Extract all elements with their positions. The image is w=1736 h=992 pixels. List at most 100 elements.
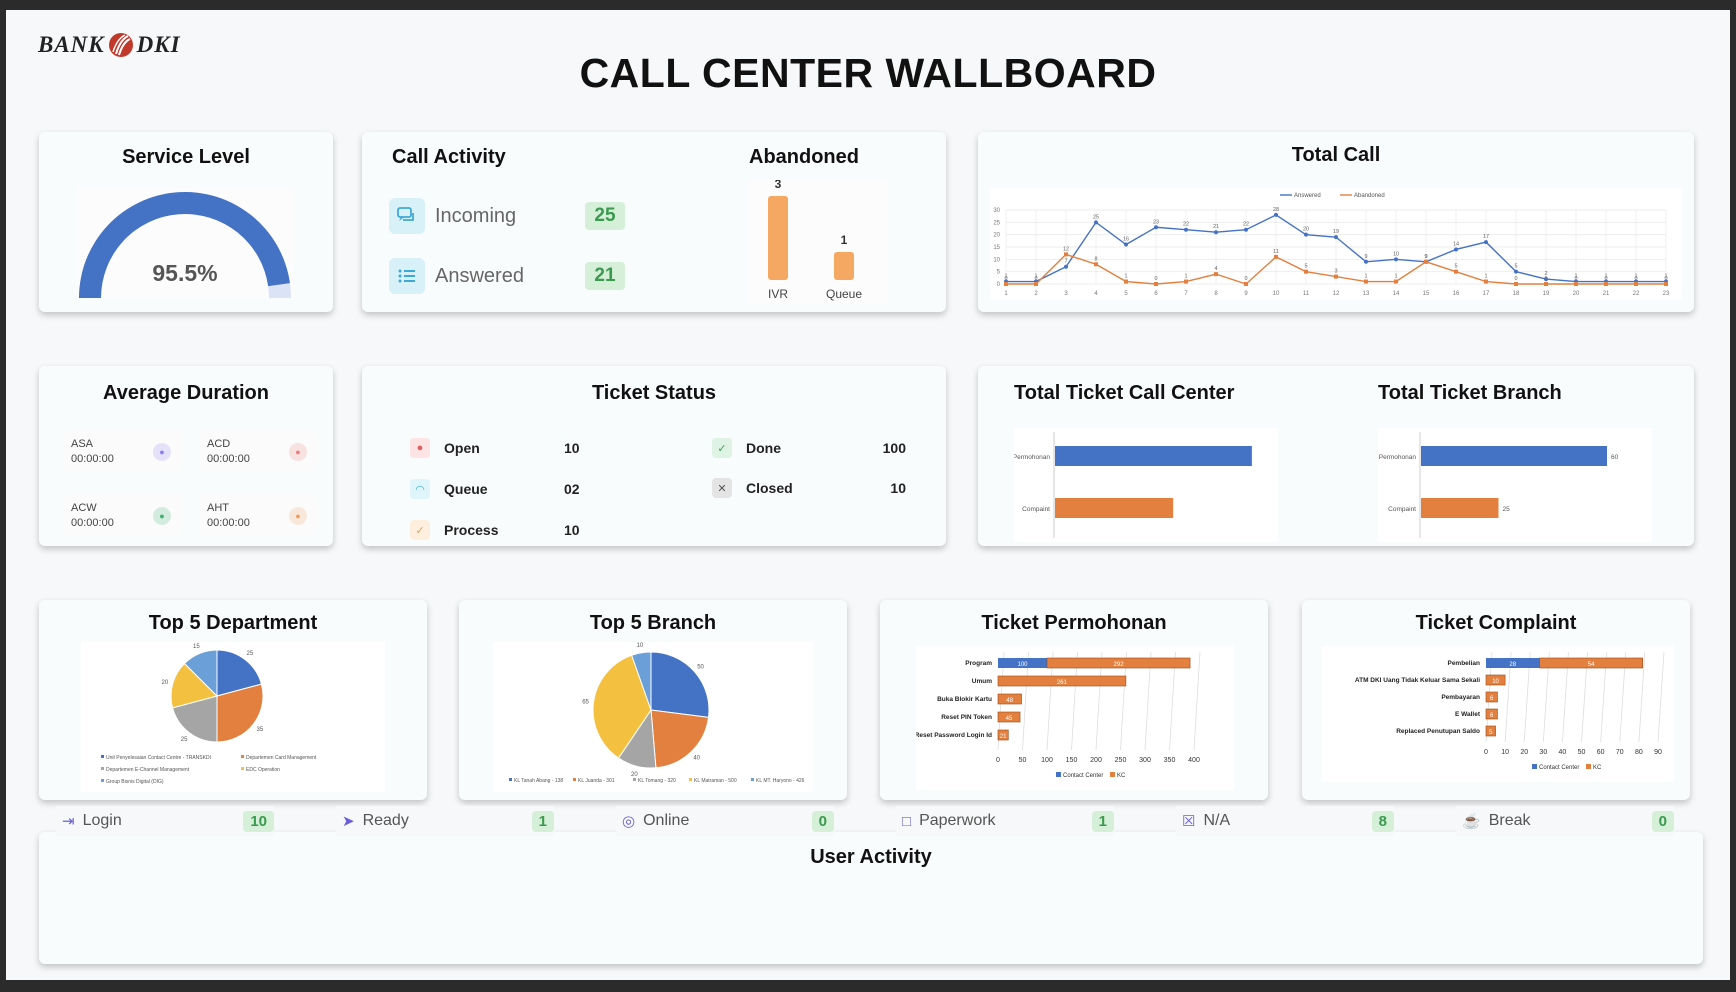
online-icon: ◎ [622, 813, 636, 830]
x-tick-label: 21 [1603, 291, 1610, 297]
y-tick-label: 5 [997, 270, 1001, 276]
x-tick-label: 3 [1064, 291, 1068, 297]
data-label: 22 [1183, 222, 1189, 228]
user-activity-count: 1 [1091, 810, 1114, 832]
cup-icon: ☕ [1462, 813, 1481, 830]
ticket-permohonan-card: Ticket Permohonan 0 50 100 150 200 250 300 350 4… [880, 600, 1268, 800]
legend-label: Departemen Card Management [246, 755, 317, 761]
answered-point [1154, 225, 1158, 230]
ticket-status-queue: ◠ Queue 02 [410, 479, 604, 499]
data-label: 14 [1453, 241, 1459, 247]
answered-point [1124, 242, 1128, 247]
close-icon: ✕ [712, 478, 732, 498]
data-label: 0 [1634, 276, 1637, 282]
abandoned-value-label: 3 [775, 180, 782, 191]
slice-value-label: 40 [693, 756, 700, 762]
answered-point [1364, 259, 1368, 264]
answered-row: Answered 21 [389, 258, 625, 294]
category-label: Program [965, 660, 992, 667]
x-tick-label: 11 [1303, 291, 1310, 297]
legend-label: Group Bisnis Digital (DIG) [106, 779, 164, 785]
legend-label: Unit Penyelesaian Contact Centre - TRANS… [106, 755, 211, 761]
category-label: Reset PIN Token [941, 714, 992, 721]
ticket-status-value: 10 [564, 440, 580, 456]
data-label: 0 [1154, 276, 1157, 282]
legend-label: KC [1117, 773, 1126, 779]
legend-label: Abandoned [1354, 193, 1385, 199]
abandoned-point [1394, 279, 1398, 284]
legend-swatch [101, 767, 104, 770]
x-tick-label: 30 [1539, 749, 1547, 756]
ready-icon: ➤ [342, 813, 355, 830]
duration-acd: ACD 00:00:00 ● [199, 430, 317, 472]
duration-value: 00:00:00 [71, 517, 114, 529]
top5-department-chart: 25 35 25 20 15 Unit Penyelesaian Contact Cent… [81, 642, 385, 792]
user-activity-count: 10 [243, 810, 274, 832]
ticket-status-label: Closed [746, 480, 793, 496]
user-activity-paperwork: □ Paperwork 1 [896, 806, 1114, 836]
slice-value-label: 65 [582, 700, 589, 706]
abandoned-point [1184, 279, 1188, 284]
x-tick-label: 23 [1663, 291, 1670, 297]
category-label: E Wallet [1455, 711, 1481, 718]
bar-compaint [1421, 498, 1499, 518]
ticket-status-title: Ticket Status [591, 382, 717, 404]
legend-swatch [101, 779, 104, 782]
slice-value-label: 20 [161, 680, 168, 686]
user-activity-login: ⇥ Login 10 [56, 806, 274, 836]
x-tick-label: 19 [1543, 291, 1550, 297]
x-tick-label: 70 [1616, 749, 1624, 756]
answered-point [1094, 220, 1098, 225]
legend-swatch [101, 755, 104, 758]
duration-label: ACD [207, 438, 231, 450]
legend-swatch [1110, 772, 1115, 777]
y-tick-label: 25 [993, 220, 1000, 226]
category-label: Pembelian [1447, 660, 1480, 667]
ticket-status-value: 10 [890, 480, 906, 496]
legend-swatch [751, 778, 754, 781]
legend-swatch [241, 767, 244, 770]
abandoned-point [1484, 279, 1488, 284]
abandoned-point [1424, 259, 1428, 264]
x-tick-label: 14 [1393, 291, 1400, 297]
legend-label: KL Matraman - 500 [694, 778, 737, 784]
call-activity-title: Call Activity [392, 146, 506, 168]
abandoned-point [1454, 269, 1458, 274]
x-tick-label: 0 [996, 757, 1000, 764]
data-label: 7 [1064, 259, 1067, 265]
legend-swatch [1532, 764, 1537, 769]
abandoned-point [1004, 282, 1008, 286]
duration-label: ASA [71, 438, 94, 450]
segment-value-label: 21 [1000, 734, 1007, 740]
x-tick-label: 9 [1244, 291, 1248, 297]
user-activity-online: ◎ Online 0 [616, 806, 834, 836]
user-activity-card: User Activity [39, 832, 1703, 964]
call-activity-card: Call Activity Incoming 25 Answered 21 Ab… [362, 132, 946, 312]
answered-point [1514, 269, 1518, 274]
data-label: 1 [1124, 274, 1127, 280]
x-tick-label: 80 [1635, 749, 1643, 756]
duration-aht: AHT 00:00:00 ● [199, 494, 317, 536]
x-tick-label: 20 [1573, 291, 1580, 297]
x-tick-label: 100 [1041, 757, 1053, 764]
gridline [1193, 651, 1201, 751]
check-icon: ✓ [410, 520, 430, 540]
y-tick-label: 10 [993, 257, 1000, 263]
calendar-icon: ● [289, 507, 307, 525]
top5-branch-chart: 50 40 20 65 10 KL Tanah Abang - 138 KL Juanda … [493, 642, 813, 792]
abandoned-category-label: IVR [768, 287, 788, 301]
x-tick-label: 2 [1034, 291, 1038, 297]
total-ticket-card: Total Ticket Call Center Permohonan Compa… [978, 366, 1694, 546]
x-tick-label: 300 [1139, 757, 1151, 764]
category-label: Permohonan [1379, 454, 1417, 461]
legend-swatch [573, 778, 576, 781]
x-tick-label: 50 [1578, 749, 1586, 756]
bell-icon: ● [410, 438, 430, 458]
abandoned-bar-ivr [768, 196, 788, 280]
category-label: Reset Password Login Id [916, 732, 992, 739]
x-tick-label: 150 [1066, 757, 1078, 764]
legend-label: KL Tanah Abang - 138 [514, 778, 563, 784]
legend-label: Contact Center [1539, 765, 1579, 771]
data-label: 5 [1304, 264, 1307, 270]
category-label: Replaced Penutupan Saldo [1396, 728, 1480, 735]
